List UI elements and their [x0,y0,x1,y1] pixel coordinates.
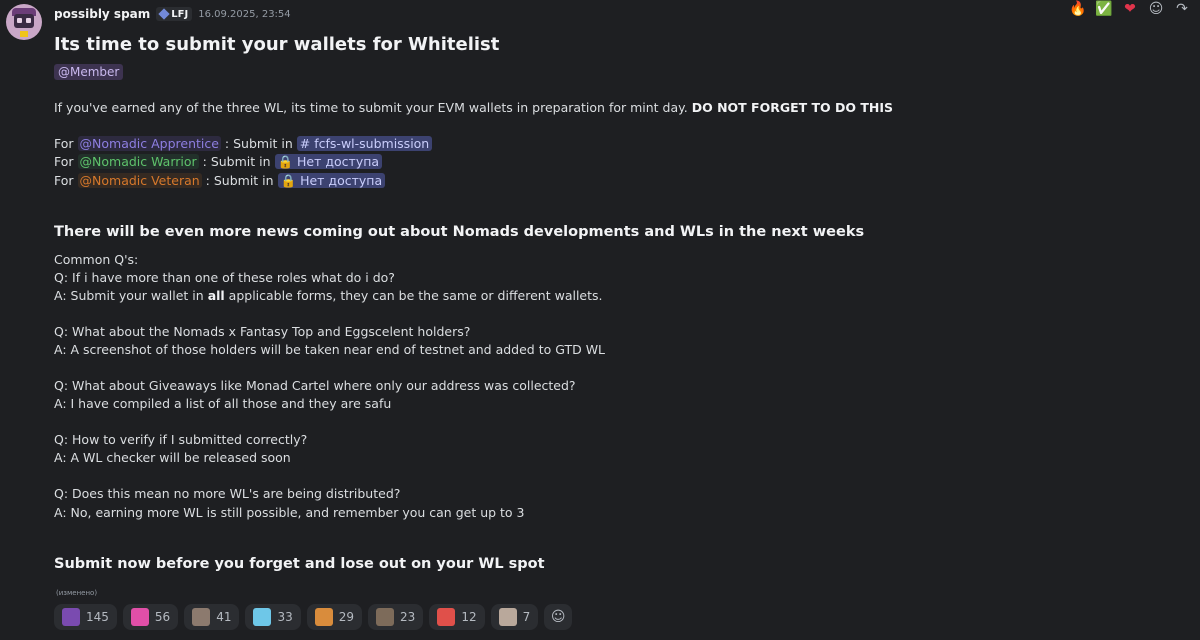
check-emoji[interactable]: ✅ [1094,0,1114,18]
reaction-button[interactable]: 41 [184,604,240,630]
reply-icon[interactable]: ↷ [1172,0,1192,18]
faq-question: Q: If i have more than one of these role… [54,270,395,285]
faq-answer: A: A screenshot of those holders will be… [54,342,606,357]
faq-answer: A: Submit your wallet in all applicable … [54,288,603,303]
role-mention-warrior[interactable]: @Nomadic Warrior [77,154,199,169]
faq-answer: A: A WL checker will be released soon [54,450,291,465]
reaction-button[interactable]: 12 [429,604,485,630]
reaction-button[interactable]: 23 [368,604,424,630]
reaction-count: 12 [461,610,477,624]
username[interactable]: possibly spam [54,7,150,21]
intro-paragraph: If you've earned any of the three WL, it… [54,100,893,115]
reaction-count: 145 [86,610,109,624]
reaction-count: 7 [522,610,531,624]
role-line-apprentice: For @Nomadic Apprentice : Submit in # fc… [54,136,433,151]
faq-question: Q: What about Giveaways like Monad Carte… [54,378,576,393]
timestamp: 16.09.2025, 23:54 [198,8,291,20]
faq-answer: A: I have compiled a list of all those a… [54,396,392,411]
channel-link-fcfs[interactable]: # fcfs-wl-submission [296,136,433,151]
message-title: Its time to submit your wallets for Whit… [54,34,500,55]
message-header: possibly spam LFJ 16.09.2025, 23:54 [54,6,291,22]
reaction-count: 33 [277,610,293,624]
avatar[interactable] [6,4,42,40]
role-mention-apprentice[interactable]: @Nomadic Apprentice [77,136,221,151]
pink-emoji [130,608,149,626]
role-line-veteran: For @Nomadic Veteran : Submit in 🔒 Нет д… [54,173,386,189]
role-line-mid: : Submit in [220,136,297,151]
role-line-prefix: For [54,173,78,188]
server-tag-label: LFJ [171,8,189,20]
faq-answer: A: No, earning more WL is still possible… [54,505,525,520]
role-mention-veteran[interactable]: @Nomadic Veteran [77,173,202,188]
reaction-button[interactable]: 7 [490,604,539,630]
fire-emoji[interactable]: 🔥 [1068,0,1088,18]
server-tag[interactable]: LFJ [156,7,193,21]
intro-bold: DO NOT FORGET TO DO THIS [691,100,894,115]
role-mention-member[interactable]: @Member [54,64,124,80]
faq-answer-bold: all [207,288,225,303]
reaction-button[interactable]: 56 [122,604,179,630]
reaction-count: 56 [154,610,171,624]
reaction-button[interactable]: 33 [245,604,301,630]
role-line-prefix: For [54,154,78,169]
faq-intro: Common Q's: [54,252,139,267]
intro-text: If you've earned any of the three WL, it… [54,100,692,115]
add-reaction-icon[interactable]: ☺ [544,604,573,630]
faq-answer-text: applicable forms, they can be the same o… [224,288,603,303]
rainbow-flag-emoji [437,608,456,626]
purple-emoji [62,608,80,626]
reaction-button[interactable]: 145 [54,604,117,630]
heart-emoji[interactable]: ❤ [1120,0,1140,18]
reactions-row: 145 56 41 33 29 23 12 7 ☺ [54,604,573,630]
edited-label: (изменено) [56,589,98,597]
channel-link-locked[interactable]: 🔒 Нет доступа [274,154,383,169]
reaction-count: 23 [400,610,416,624]
role-line-mid: : Submit in [198,154,275,169]
faq-answer-text: A: Submit your wallet in [54,288,208,303]
faq-question: Q: What about the Nomads x Fantasy Top a… [54,324,471,339]
pepe-emoji [498,608,517,626]
crystal-emoji [253,608,272,626]
reaction-button[interactable]: 29 [306,604,363,630]
faq-question: Q: How to verify if I submitted correctl… [54,432,308,447]
role-line-prefix: For [54,136,78,151]
section-heading: There will be even more news coming out … [54,224,865,240]
reaction-count: 29 [338,610,355,624]
channel-link-locked[interactable]: 🔒 Нет доступа [277,173,386,188]
face-emoji [192,608,211,626]
role-line-mid: : Submit in [201,173,278,188]
orange-emoji [314,608,333,626]
role-line-warrior: For @Nomadic Warrior : Submit in 🔒 Нет д… [54,154,383,170]
add-reaction-icon[interactable]: ☺ [1146,0,1166,18]
cat-emoji [376,608,395,626]
message-hover-toolbar: 🔥 ✅ ❤ ☺ ↷ [1068,0,1192,18]
closing-heading: Submit now before you forget and lose ou… [54,556,545,572]
diamond-icon [158,8,170,20]
faq-question: Q: Does this mean no more WL's are being… [54,486,401,501]
reaction-count: 41 [216,610,232,624]
